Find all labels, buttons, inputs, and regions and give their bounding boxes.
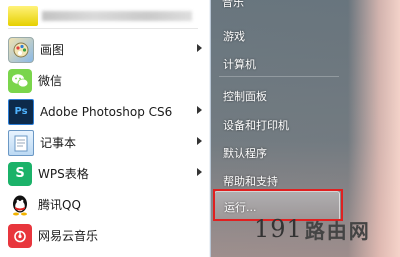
wps-icon: S: [8, 161, 32, 186]
watermark-text: 路由网: [304, 218, 371, 243]
program-label: 微信: [38, 74, 63, 88]
watermark-number: 191: [254, 215, 303, 243]
qq-icon: [8, 193, 32, 217]
submenu-arrow-icon[interactable]: [197, 106, 202, 114]
program-label: Adobe Photoshop CS6: [40, 104, 173, 119]
notepad-icon: [8, 129, 34, 156]
user-picture[interactable]: [8, 6, 38, 26]
divider: [219, 76, 339, 77]
program-item-wps[interactable]: S WPS表格: [8, 158, 208, 189]
submenu-arrow-icon[interactable]: [197, 137, 202, 145]
right-item-help-support[interactable]: 帮助和支持: [223, 173, 278, 189]
program-label: 腾讯QQ: [38, 198, 81, 212]
wechat-icon: [8, 68, 32, 93]
program-item-paint[interactable]: 画图: [8, 34, 208, 65]
programs-pane: 画图 微信 Ps Adobe Photoshop CS6 记事本 S WPS表格…: [0, 0, 211, 257]
program-label: WPS表格: [38, 167, 89, 181]
program-label: 记事本: [40, 136, 77, 150]
user-header: [8, 0, 198, 29]
program-item-qq[interactable]: 腾讯QQ: [8, 189, 208, 220]
program-label: 画图: [40, 43, 65, 57]
right-item-computer[interactable]: 计算机: [223, 56, 256, 72]
photoshop-icon: Ps: [8, 98, 34, 125]
site-watermark: 191 路由网: [254, 212, 371, 246]
right-item-devices-printers[interactable]: 设备和打印机: [223, 117, 289, 133]
right-item-default-programs[interactable]: 默认程序: [223, 145, 267, 161]
right-item-games[interactable]: 游戏: [223, 28, 245, 44]
paint-icon: [8, 36, 34, 63]
program-item-notepad[interactable]: 记事本: [8, 127, 208, 158]
netease-music-icon: [8, 223, 32, 248]
start-menu: 画图 微信 Ps Adobe Photoshop CS6 记事本 S WPS表格…: [0, 0, 400, 257]
program-list: 画图 微信 Ps Adobe Photoshop CS6 记事本 S WPS表格…: [8, 34, 208, 251]
right-item-control-panel[interactable]: 控制面板: [223, 88, 267, 104]
submenu-arrow-icon[interactable]: [197, 44, 202, 52]
program-item-photoshop[interactable]: Ps Adobe Photoshop CS6: [8, 96, 208, 127]
user-name-blurred: [42, 11, 192, 21]
submenu-arrow-icon[interactable]: [197, 168, 202, 176]
program-label: 网易云音乐: [38, 229, 99, 243]
program-item-netease-music[interactable]: 网易云音乐: [8, 220, 208, 251]
right-item-music[interactable]: 音乐: [222, 0, 244, 10]
program-item-wechat[interactable]: 微信: [8, 65, 208, 96]
